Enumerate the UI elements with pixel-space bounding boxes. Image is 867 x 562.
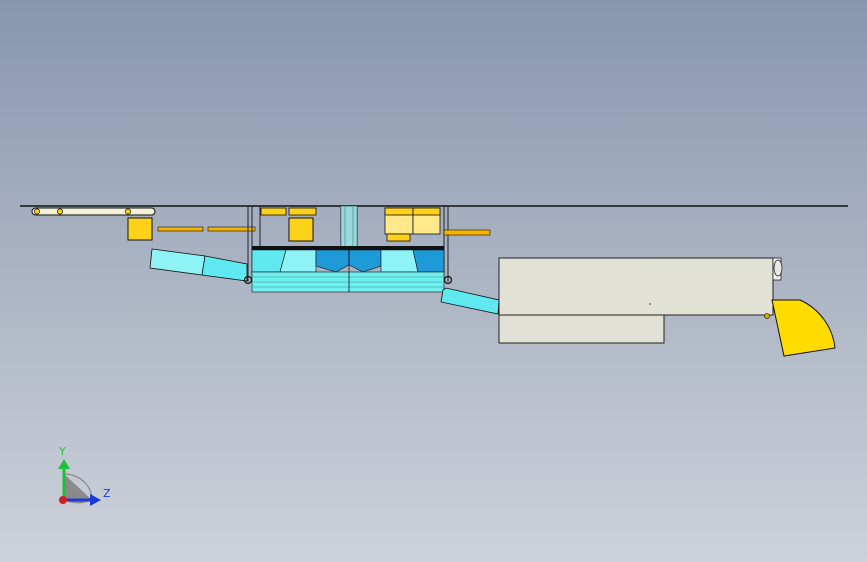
housing-mark <box>649 303 651 305</box>
motor-box-right-b-top <box>412 207 441 216</box>
conveyor-roller <box>125 208 131 215</box>
motor-base-right <box>386 233 411 242</box>
assembly-drawing: Y Z <box>20 205 848 506</box>
machine-housing-lower <box>498 314 665 344</box>
end-pulley <box>772 257 783 281</box>
drive-shaft-right <box>443 229 491 236</box>
conveyor-roller <box>34 208 40 215</box>
x-axis-dot <box>59 496 67 504</box>
cad-viewport[interactable]: Y Z <box>0 0 867 562</box>
motor-box-right-a-top <box>384 207 414 216</box>
belt-conveyor-left <box>31 207 156 216</box>
conveyor-roller <box>57 208 63 215</box>
motor-top-b <box>288 207 317 216</box>
motor-box-center <box>288 217 314 242</box>
drive-box-left <box>127 217 153 241</box>
orientation-triad: Y Z <box>58 445 111 506</box>
drive-shaft-left <box>157 226 204 232</box>
screening-box <box>251 246 445 293</box>
motor-top-a <box>260 207 287 216</box>
y-axis-label: Y <box>58 445 66 458</box>
rotary-sector <box>771 299 836 357</box>
discharge-chute-right <box>440 287 500 315</box>
z-axis-label: Z <box>103 487 111 500</box>
machine-housing-upper <box>498 257 774 316</box>
inclined-chute-left <box>149 248 248 282</box>
frame-column-fill <box>341 206 357 248</box>
end-roller-small <box>764 313 770 319</box>
